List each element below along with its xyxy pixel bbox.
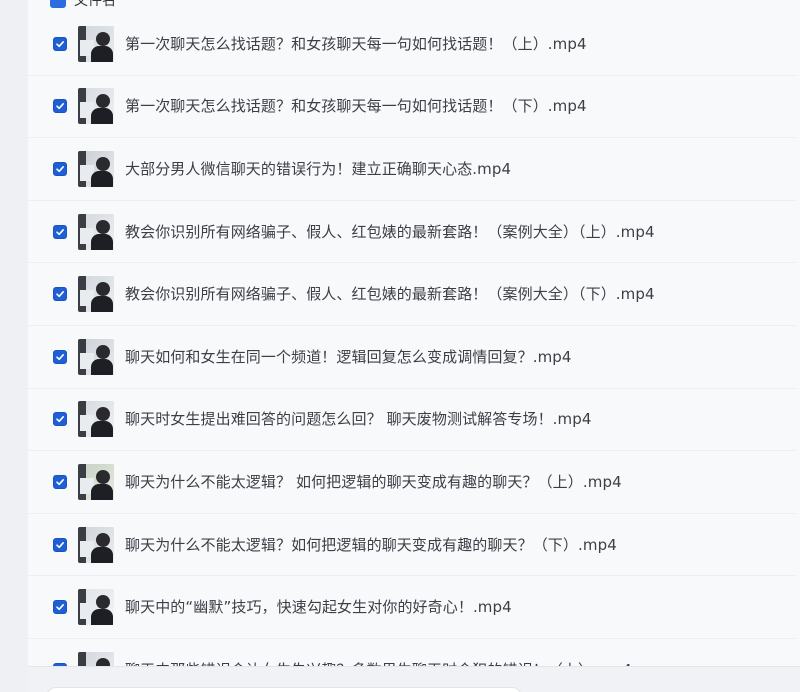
file-name: 教会你识别所有网络骗子、假人、红包婊的最新套路！（案例大全）（上）.mp4 — [125, 222, 655, 241]
file-name: 聊天为什么不能太逻辑？ 如何把逻辑的聊天变成有趣的聊天？（上）.mp4 — [125, 472, 622, 491]
file-name: 聊天如何和女生在同一个频道！逻辑回复怎么变成调情回复？.mp4 — [125, 347, 572, 366]
file-row[interactable]: 聊天为什么不能太逻辑？ 如何把逻辑的聊天变成有趣的聊天？（上）.mp4 — [28, 451, 800, 514]
video-thumbnail — [78, 463, 114, 500]
video-thumbnail — [78, 88, 114, 125]
file-row[interactable]: 聊天如何和女生在同一个频道！逻辑回复怎么变成调情回复？.mp4 — [28, 326, 800, 389]
folder-checkbox[interactable] — [50, 0, 66, 8]
file-row[interactable]: 聊天为什么不能太逻辑？如何把逻辑的聊天变成有趣的聊天？（下）.mp4 — [28, 514, 800, 577]
scrollbar[interactable] — [796, 0, 800, 666]
file-checkbox[interactable] — [53, 349, 67, 364]
file-row[interactable]: 教会你识别所有网络骗子、假人、红包婊的最新套路！（案例大全）（上）.mp4 — [28, 201, 800, 264]
video-thumbnail — [78, 276, 114, 313]
file-checkbox[interactable] — [53, 161, 67, 176]
check-icon — [56, 353, 64, 360]
video-thumbnail — [78, 401, 114, 438]
file-checkbox[interactable] — [53, 36, 67, 51]
check-icon — [56, 541, 64, 548]
check-icon — [56, 103, 64, 110]
file-checkbox[interactable] — [53, 600, 67, 615]
video-thumbnail — [78, 651, 114, 666]
file-name: 第一次聊天怎么找话题？和女孩聊天每一句如何找话题！（上）.mp4 — [125, 34, 587, 53]
video-thumbnail — [78, 25, 114, 62]
file-list: 第一次聊天怎么找话题？和女孩聊天每一句如何找话题！（上）.mp4 第一次聊天怎么找… — [28, 13, 800, 666]
video-thumbnail — [78, 150, 114, 187]
check-icon — [56, 165, 64, 173]
video-thumbnail — [78, 338, 114, 375]
file-checkbox[interactable] — [53, 287, 67, 302]
file-checkbox[interactable] — [53, 474, 67, 489]
video-thumbnail — [78, 589, 114, 626]
check-icon — [56, 604, 64, 611]
file-name: 聊天为什么不能太逻辑？如何把逻辑的聊天变成有趣的聊天？（下）.mp4 — [125, 535, 617, 554]
file-name: 大部分男人微信聊天的错误行为！建立正确聊天心态.mp4 — [125, 159, 512, 178]
file-row[interactable]: 聊天时女生提出难回答的问题怎么回？ 聊天废物测试解答专场！.mp4 — [28, 389, 800, 452]
file-row[interactable]: 大部分男人微信聊天的错误行为！建立正确聊天心态.mp4 — [28, 138, 800, 201]
file-name: 教会你识别所有网络骗子、假人、红包婊的最新套路！（案例大全）（下）.mp4 — [125, 285, 655, 304]
file-name: 聊天时女生提出难回答的问题怎么回？ 聊天废物测试解答专场！.mp4 — [125, 410, 592, 429]
check-icon — [56, 478, 64, 486]
file-checkbox[interactable] — [53, 99, 67, 114]
file-checkbox[interactable] — [53, 537, 67, 552]
check-icon — [56, 228, 64, 235]
file-name: 聊天中的“幽默”技巧，快速勾起女生对你的好奇心！.mp4 — [125, 598, 512, 617]
file-row[interactable]: 聊天中那些错误会让女生失兴趣？多数男生聊天时会犯的错误！（上）.mp4 — [28, 639, 800, 666]
left-gutter — [0, 0, 28, 692]
bottom-bar — [28, 666, 800, 692]
file-row[interactable]: 聊天中的“幽默”技巧，快速勾起女生对你的好奇心！.mp4 — [28, 576, 800, 639]
group-label: 文件名 — [74, 0, 116, 9]
file-row[interactable]: 第一次聊天怎么找话题？和女孩聊天每一句如何找话题！（下）.mp4 — [28, 76, 800, 139]
file-row[interactable]: 教会你识别所有网络骗子、假人、红包婊的最新套路！（案例大全）（下）.mp4 — [28, 263, 800, 326]
file-name: 第一次聊天怎么找话题？和女孩聊天每一句如何找话题！（下）.mp4 — [125, 97, 587, 116]
bottom-input[interactable] — [46, 687, 522, 692]
check-icon — [56, 40, 64, 47]
video-thumbnail — [78, 526, 114, 563]
file-row[interactable]: 第一次聊天怎么找话题？和女孩聊天每一句如何找话题！（上）.mp4 — [28, 13, 800, 76]
group-header: 文件名 — [50, 0, 116, 9]
file-checkbox[interactable] — [53, 412, 67, 427]
file-checkbox[interactable] — [53, 224, 67, 239]
file-transfer-page: 文件名 第一次聊天怎么找话题？和女孩聊天每一句如何找话题！（上）.mp4 第一次聊… — [0, 0, 800, 692]
check-icon — [56, 416, 64, 423]
check-icon — [56, 291, 64, 298]
file-list-panel: 文件名 第一次聊天怎么找话题？和女孩聊天每一句如何找话题！（上）.mp4 第一次聊… — [28, 0, 800, 666]
video-thumbnail — [78, 213, 114, 250]
